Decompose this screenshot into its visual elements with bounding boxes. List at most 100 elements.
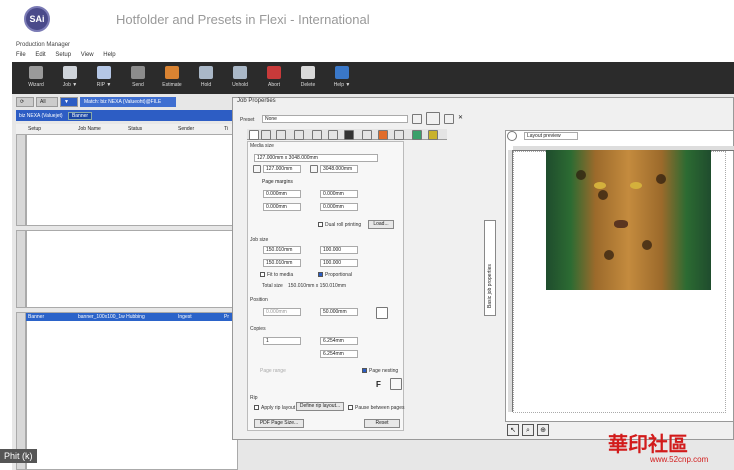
tab-color-icon[interactable] xyxy=(261,130,271,140)
tab-printer[interactable]: ⟳ xyxy=(16,97,34,107)
rip-label: RIP ▼ xyxy=(96,82,112,88)
col-sender[interactable]: Sender xyxy=(178,126,194,132)
zoom-tool-icon[interactable]: ⌕ xyxy=(522,424,534,436)
tab-cut-icon[interactable] xyxy=(362,130,372,140)
delete-preset-icon[interactable] xyxy=(444,114,454,124)
select-tool-icon[interactable]: ↖ xyxy=(507,424,519,436)
menu-edit[interactable]: Edit xyxy=(35,52,45,58)
pdf-page-size-button[interactable]: PDF Page Size... xyxy=(254,419,304,428)
preset-label: Preset xyxy=(240,117,255,123)
media-height-input[interactable]: 3048.000mm xyxy=(320,165,358,173)
menu-setup[interactable]: Setup xyxy=(55,52,71,58)
tab-paint-icon[interactable] xyxy=(378,130,388,140)
col-status[interactable]: Status xyxy=(128,126,142,132)
layout-preview-select[interactable]: Layout preview xyxy=(524,132,578,140)
height-icon xyxy=(310,165,318,173)
tab-page-icon[interactable] xyxy=(276,130,286,140)
tab-fx-icon[interactable] xyxy=(428,130,438,140)
pan-tool-icon[interactable]: ⊕ xyxy=(537,424,549,436)
tab-general-icon[interactable] xyxy=(249,130,259,140)
save-preset-icon[interactable] xyxy=(412,114,422,124)
lane-print-handle xyxy=(16,312,26,470)
tab-frame-icon[interactable] xyxy=(312,130,322,140)
pause-pages-checkbox[interactable]: Pause between pages xyxy=(348,405,404,411)
page-nesting-checkbox[interactable]: Page nesting xyxy=(362,368,398,374)
margin-right-input[interactable]: 0.000mm xyxy=(320,190,358,198)
jaguar-eye-right xyxy=(630,182,642,189)
preset-manager-icon[interactable] xyxy=(426,112,440,125)
abort-icon xyxy=(267,66,281,79)
job-width-percent[interactable]: 100.000 xyxy=(320,246,358,254)
media-size-label: Media size xyxy=(250,143,274,149)
lock-icon[interactable] xyxy=(390,378,402,390)
media-width-input[interactable]: 127.000mm xyxy=(263,165,301,173)
col-ti[interactable]: Ti xyxy=(224,126,228,132)
font-icon[interactable]: F xyxy=(376,380,381,389)
unhold-label: Unhold xyxy=(232,82,248,88)
watermark-url: www.52cnp.com xyxy=(650,455,709,464)
preset-select[interactable]: None xyxy=(262,115,408,123)
tab-layers-icon[interactable] xyxy=(412,130,422,140)
proportional-checkbox[interactable]: Proportional xyxy=(318,272,352,278)
delete-button[interactable]: Delete xyxy=(290,64,326,92)
dual-roll-label: Dual roll printing xyxy=(325,222,362,228)
reset-button[interactable]: Reset xyxy=(364,419,400,428)
row-job: banner_100x100_1w Hubbing xyxy=(78,314,145,320)
position-label: Position xyxy=(250,297,268,303)
jaguar-eye-left xyxy=(594,182,606,189)
position-center-icon[interactable] xyxy=(376,307,388,319)
page-nesting-label: Page nesting xyxy=(369,368,399,374)
position-y-input[interactable]: 50.000mm xyxy=(320,308,358,316)
job-width-input[interactable]: 150.010mm xyxy=(263,246,301,254)
job-height-percent[interactable]: 100.000 xyxy=(320,259,358,267)
copy-gap-v-input[interactable]: 6.254mm xyxy=(320,350,358,358)
tab-grid-icon[interactable] xyxy=(394,130,404,140)
close-preset-icon[interactable]: ✕ xyxy=(458,114,468,124)
wizard-button[interactable]: Wizard xyxy=(18,64,54,92)
dual-roll-checkbox[interactable]: Dual roll printing xyxy=(318,222,361,228)
unhold-button[interactable]: Unhold xyxy=(222,64,258,92)
tab-blue[interactable]: ▼ xyxy=(60,97,78,107)
margin-left-input[interactable]: 0.000mm xyxy=(263,190,301,198)
rip-button[interactable]: RIP ▼ xyxy=(86,64,122,92)
position-x-input[interactable]: 0.000mm xyxy=(263,308,301,316)
tab-marks-icon[interactable] xyxy=(328,130,338,140)
wizard-icon xyxy=(29,66,43,79)
menu-view[interactable]: View xyxy=(81,52,94,58)
tab-copy-icon[interactable] xyxy=(294,130,304,140)
col-setup[interactable]: Setup xyxy=(28,126,41,132)
job-height-input[interactable]: 150.010mm xyxy=(263,259,301,267)
job-size-label: Job size xyxy=(250,237,269,243)
menu-help[interactable]: Help xyxy=(103,52,115,58)
define-layout-button[interactable]: Define rip layout... xyxy=(296,402,344,411)
menu-file[interactable]: File xyxy=(16,52,26,58)
table-row[interactable]: Banner banner_100x100_1w Hubbing Ingest … xyxy=(26,313,238,321)
send-button[interactable]: Send xyxy=(120,64,156,92)
page-margins-select[interactable]: Page margins xyxy=(260,179,308,187)
proportional-label: Proportional xyxy=(325,272,352,278)
media-size-select[interactable]: 127.000mm x 3048.000mm xyxy=(254,154,378,162)
col-job-name[interactable]: Job Name xyxy=(78,126,101,132)
hold-button[interactable]: Hold xyxy=(188,64,224,92)
tab-printer-icon[interactable] xyxy=(344,130,354,140)
help-label: Help ▼ xyxy=(333,82,351,88)
tab-all[interactable]: All xyxy=(36,97,58,107)
job-button[interactable]: Job ▼ xyxy=(52,64,88,92)
estimate-button[interactable]: Estimate xyxy=(154,64,190,92)
jaguar-image[interactable] xyxy=(546,150,711,290)
send-icon xyxy=(131,66,145,79)
fit-media-checkbox[interactable]: Fit to media xyxy=(260,272,293,278)
copies-input[interactable]: 1 xyxy=(263,337,301,345)
abort-button[interactable]: Abort xyxy=(256,64,292,92)
load-button[interactable]: Load... xyxy=(368,220,394,229)
setup-dropdown[interactable]: Banner xyxy=(67,112,93,120)
help-button[interactable]: Help ▼ xyxy=(324,64,360,92)
total-size-value: 150.010mm x 150.010mm xyxy=(288,283,347,289)
margin-top-input[interactable]: 0.000mm xyxy=(263,203,301,211)
menu-bar: File Edit Setup View Help xyxy=(16,52,124,58)
rip-icon xyxy=(97,66,111,79)
copy-gap-h-input[interactable]: 6.254mm xyxy=(320,337,358,345)
tab-match[interactable]: Match: biz NEXA (Valueoht)@FILE xyxy=(80,97,176,107)
margin-bottom-input[interactable]: 0.000mm xyxy=(320,203,358,211)
apply-layout-checkbox[interactable]: Apply rip layout xyxy=(254,405,295,411)
